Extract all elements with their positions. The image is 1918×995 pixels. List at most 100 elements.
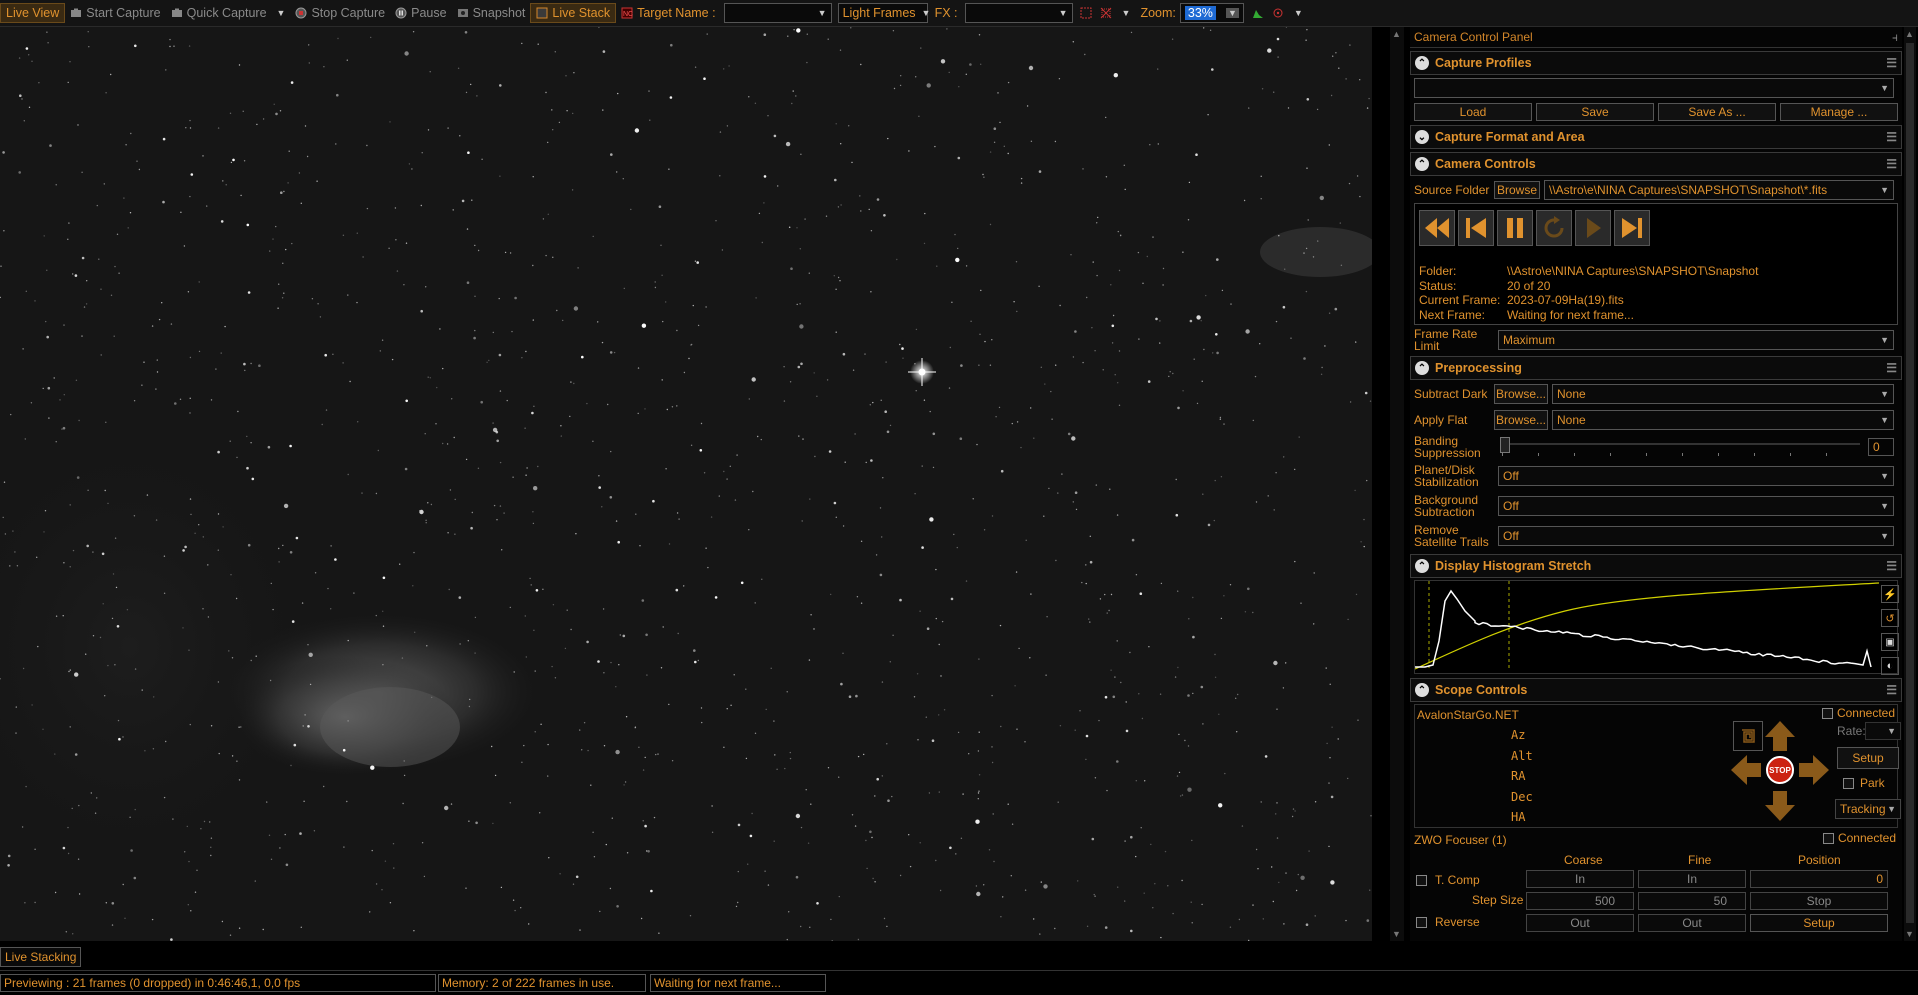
scroll-up-icon[interactable]: ▲: [1392, 29, 1401, 39]
live-stack-button[interactable]: Live Stack: [530, 3, 617, 23]
chevron-down-icon[interactable]: ▼: [1122, 8, 1131, 18]
source-folder-select[interactable]: \\Astro\e\NINA Captures\SNAPSHOT\Snapsho…: [1544, 180, 1894, 200]
coarse-out-button[interactable]: Out: [1526, 914, 1634, 932]
frame-rate-select[interactable]: Maximum ▼: [1498, 330, 1894, 350]
settings-target-icon[interactable]: [1272, 7, 1284, 19]
camera-controls-header[interactable]: ⌃ Camera Controls ☰: [1410, 152, 1902, 176]
target-name-input[interactable]: ▼: [723, 3, 832, 23]
capture-profile-select[interactable]: ▼: [1414, 78, 1894, 98]
scroll-up-icon[interactable]: ▲: [1905, 29, 1914, 39]
menu-icon[interactable]: ☰: [1886, 559, 1897, 573]
scope-connected-checkbox[interactable]: Connected: [1821, 707, 1895, 719]
crosshair-icon[interactable]: [1100, 7, 1112, 19]
collapse-icon[interactable]: ⌃: [1415, 361, 1429, 375]
pause-button[interactable]: Pause: [390, 3, 451, 23]
tcomp-checkbox[interactable]: T. Comp: [1416, 874, 1480, 886]
save-as-profile-button[interactable]: Save As ...: [1658, 103, 1776, 121]
stop-capture-button[interactable]: Stop Capture: [290, 3, 390, 23]
capture-format-header[interactable]: ⌄ Capture Format and Area ☰: [1410, 125, 1902, 149]
preprocessing-header[interactable]: ⌃ Preprocessing ☰: [1410, 356, 1902, 380]
rewind-button[interactable]: [1419, 210, 1455, 246]
scope-controls-header[interactable]: ⌃ Scope Controls ☰: [1410, 678, 1902, 702]
focuser-stop-button[interactable]: Stop: [1750, 892, 1888, 910]
roi-icon[interactable]: [1080, 7, 1092, 19]
checkbox-icon[interactable]: [1821, 707, 1833, 719]
stop-slew-button[interactable]: STOP: [1766, 756, 1794, 784]
expand-icon[interactable]: ⌄: [1415, 130, 1429, 144]
scope-setup-button[interactable]: Setup: [1837, 747, 1899, 769]
quick-capture-button[interactable]: Quick Capture ▼: [166, 3, 291, 23]
rate-select[interactable]: ▼: [1865, 722, 1901, 740]
fine-out-button[interactable]: Out: [1638, 914, 1746, 932]
scroll-down-icon[interactable]: ▼: [1392, 929, 1401, 939]
slew-mode-button[interactable]: [1733, 721, 1763, 751]
planet-stabilization-select[interactable]: Off ▼: [1498, 466, 1894, 486]
arrow-up-icon[interactable]: [1763, 719, 1797, 753]
fine-in-button[interactable]: In: [1638, 870, 1746, 888]
play-button[interactable]: [1575, 210, 1611, 246]
coarse-in-button[interactable]: In: [1526, 870, 1634, 888]
menu-icon[interactable]: ☰: [1886, 157, 1897, 171]
manage-profiles-button[interactable]: Manage ...: [1780, 103, 1898, 121]
slider-thumb[interactable]: [1500, 437, 1510, 453]
auto-stretch-icon[interactable]: ⚡: [1881, 585, 1899, 603]
live-stacking-tab[interactable]: Live Stacking: [0, 947, 82, 967]
browse-source-button[interactable]: Browse: [1494, 181, 1540, 199]
reverse-checkbox[interactable]: Reverse: [1416, 916, 1480, 928]
histogram-icon[interactable]: [1252, 7, 1264, 19]
start-capture-button[interactable]: Start Capture: [65, 3, 165, 23]
subtract-dark-select[interactable]: None ▼: [1552, 384, 1894, 404]
coarse-step-input[interactable]: 500: [1526, 892, 1634, 910]
zoom-select[interactable]: 33% ▼: [1179, 3, 1244, 23]
focuser-setup-button[interactable]: Setup: [1750, 914, 1888, 932]
histogram-display[interactable]: ⚡ ↺ ▣ ◐: [1414, 580, 1899, 675]
frame-type-select[interactable]: Light Frames ▼: [837, 3, 930, 23]
scrollbar-thumb[interactable]: [1906, 43, 1914, 923]
scroll-down-icon[interactable]: ▼: [1905, 929, 1914, 939]
collapse-icon[interactable]: ⌃: [1415, 157, 1429, 171]
snapshot-button[interactable]: Snapshot: [452, 3, 531, 23]
tracking-select[interactable]: Tracking ▼: [1835, 799, 1901, 819]
chevron-down-icon[interactable]: ▼: [277, 8, 286, 18]
banding-slider[interactable]: [1498, 437, 1864, 457]
arrow-right-icon[interactable]: [1797, 753, 1831, 787]
park-checkbox[interactable]: Park: [1843, 777, 1885, 789]
contrast-icon[interactable]: ◐: [1881, 657, 1899, 675]
apply-flat-browse-button[interactable]: Browse...: [1494, 410, 1548, 430]
background-subtraction-select[interactable]: Off ▼: [1498, 496, 1894, 516]
checkbox-icon[interactable]: [1843, 777, 1854, 789]
viewer-scrollbar[interactable]: ▲ ▼: [1390, 27, 1404, 941]
collapse-icon[interactable]: ⌃: [1415, 683, 1429, 697]
position-input[interactable]: 0: [1750, 870, 1888, 888]
menu-icon[interactable]: ☰: [1886, 683, 1897, 697]
image-viewer[interactable]: [0, 27, 1372, 941]
checkbox-icon[interactable]: [1416, 916, 1427, 928]
focuser-connected-checkbox[interactable]: Connected: [1822, 832, 1896, 844]
banding-value-input[interactable]: 0: [1868, 438, 1894, 456]
fx-select[interactable]: ▼: [964, 3, 1073, 23]
subtract-dark-browse-button[interactable]: Browse...: [1494, 384, 1548, 404]
panel-scrollbar[interactable]: ▲ ▼: [1904, 27, 1916, 941]
chevron-down-icon[interactable]: ▼: [1294, 8, 1303, 18]
arrow-left-icon[interactable]: [1729, 753, 1763, 787]
fine-step-input[interactable]: 50: [1638, 892, 1746, 910]
apply-flat-select[interactable]: None ▼: [1552, 410, 1894, 430]
save-profile-button[interactable]: Save: [1536, 103, 1654, 121]
live-view-button[interactable]: Live View: [0, 3, 66, 23]
reset-icon[interactable]: ↺: [1881, 609, 1899, 627]
collapse-icon[interactable]: ⌃: [1415, 559, 1429, 573]
menu-icon[interactable]: ☰: [1886, 361, 1897, 375]
first-frame-button[interactable]: [1458, 210, 1494, 246]
satellite-trails-select[interactable]: Off ▼: [1498, 526, 1894, 546]
collapse-icon[interactable]: ⌃: [1415, 56, 1429, 70]
load-profile-button[interactable]: Load: [1414, 103, 1532, 121]
save-icon[interactable]: ▣: [1881, 633, 1899, 651]
pin-icon[interactable]: ⫞: [1892, 30, 1898, 45]
checkbox-icon[interactable]: [1822, 832, 1834, 844]
arrow-down-icon[interactable]: [1763, 789, 1797, 823]
menu-icon[interactable]: ☰: [1886, 130, 1897, 144]
histogram-header[interactable]: ⌃ Display Histogram Stretch ☰: [1410, 554, 1902, 578]
last-frame-button[interactable]: [1614, 210, 1650, 246]
pause-playback-button[interactable]: [1497, 210, 1533, 246]
checkbox-icon[interactable]: [1416, 874, 1427, 886]
